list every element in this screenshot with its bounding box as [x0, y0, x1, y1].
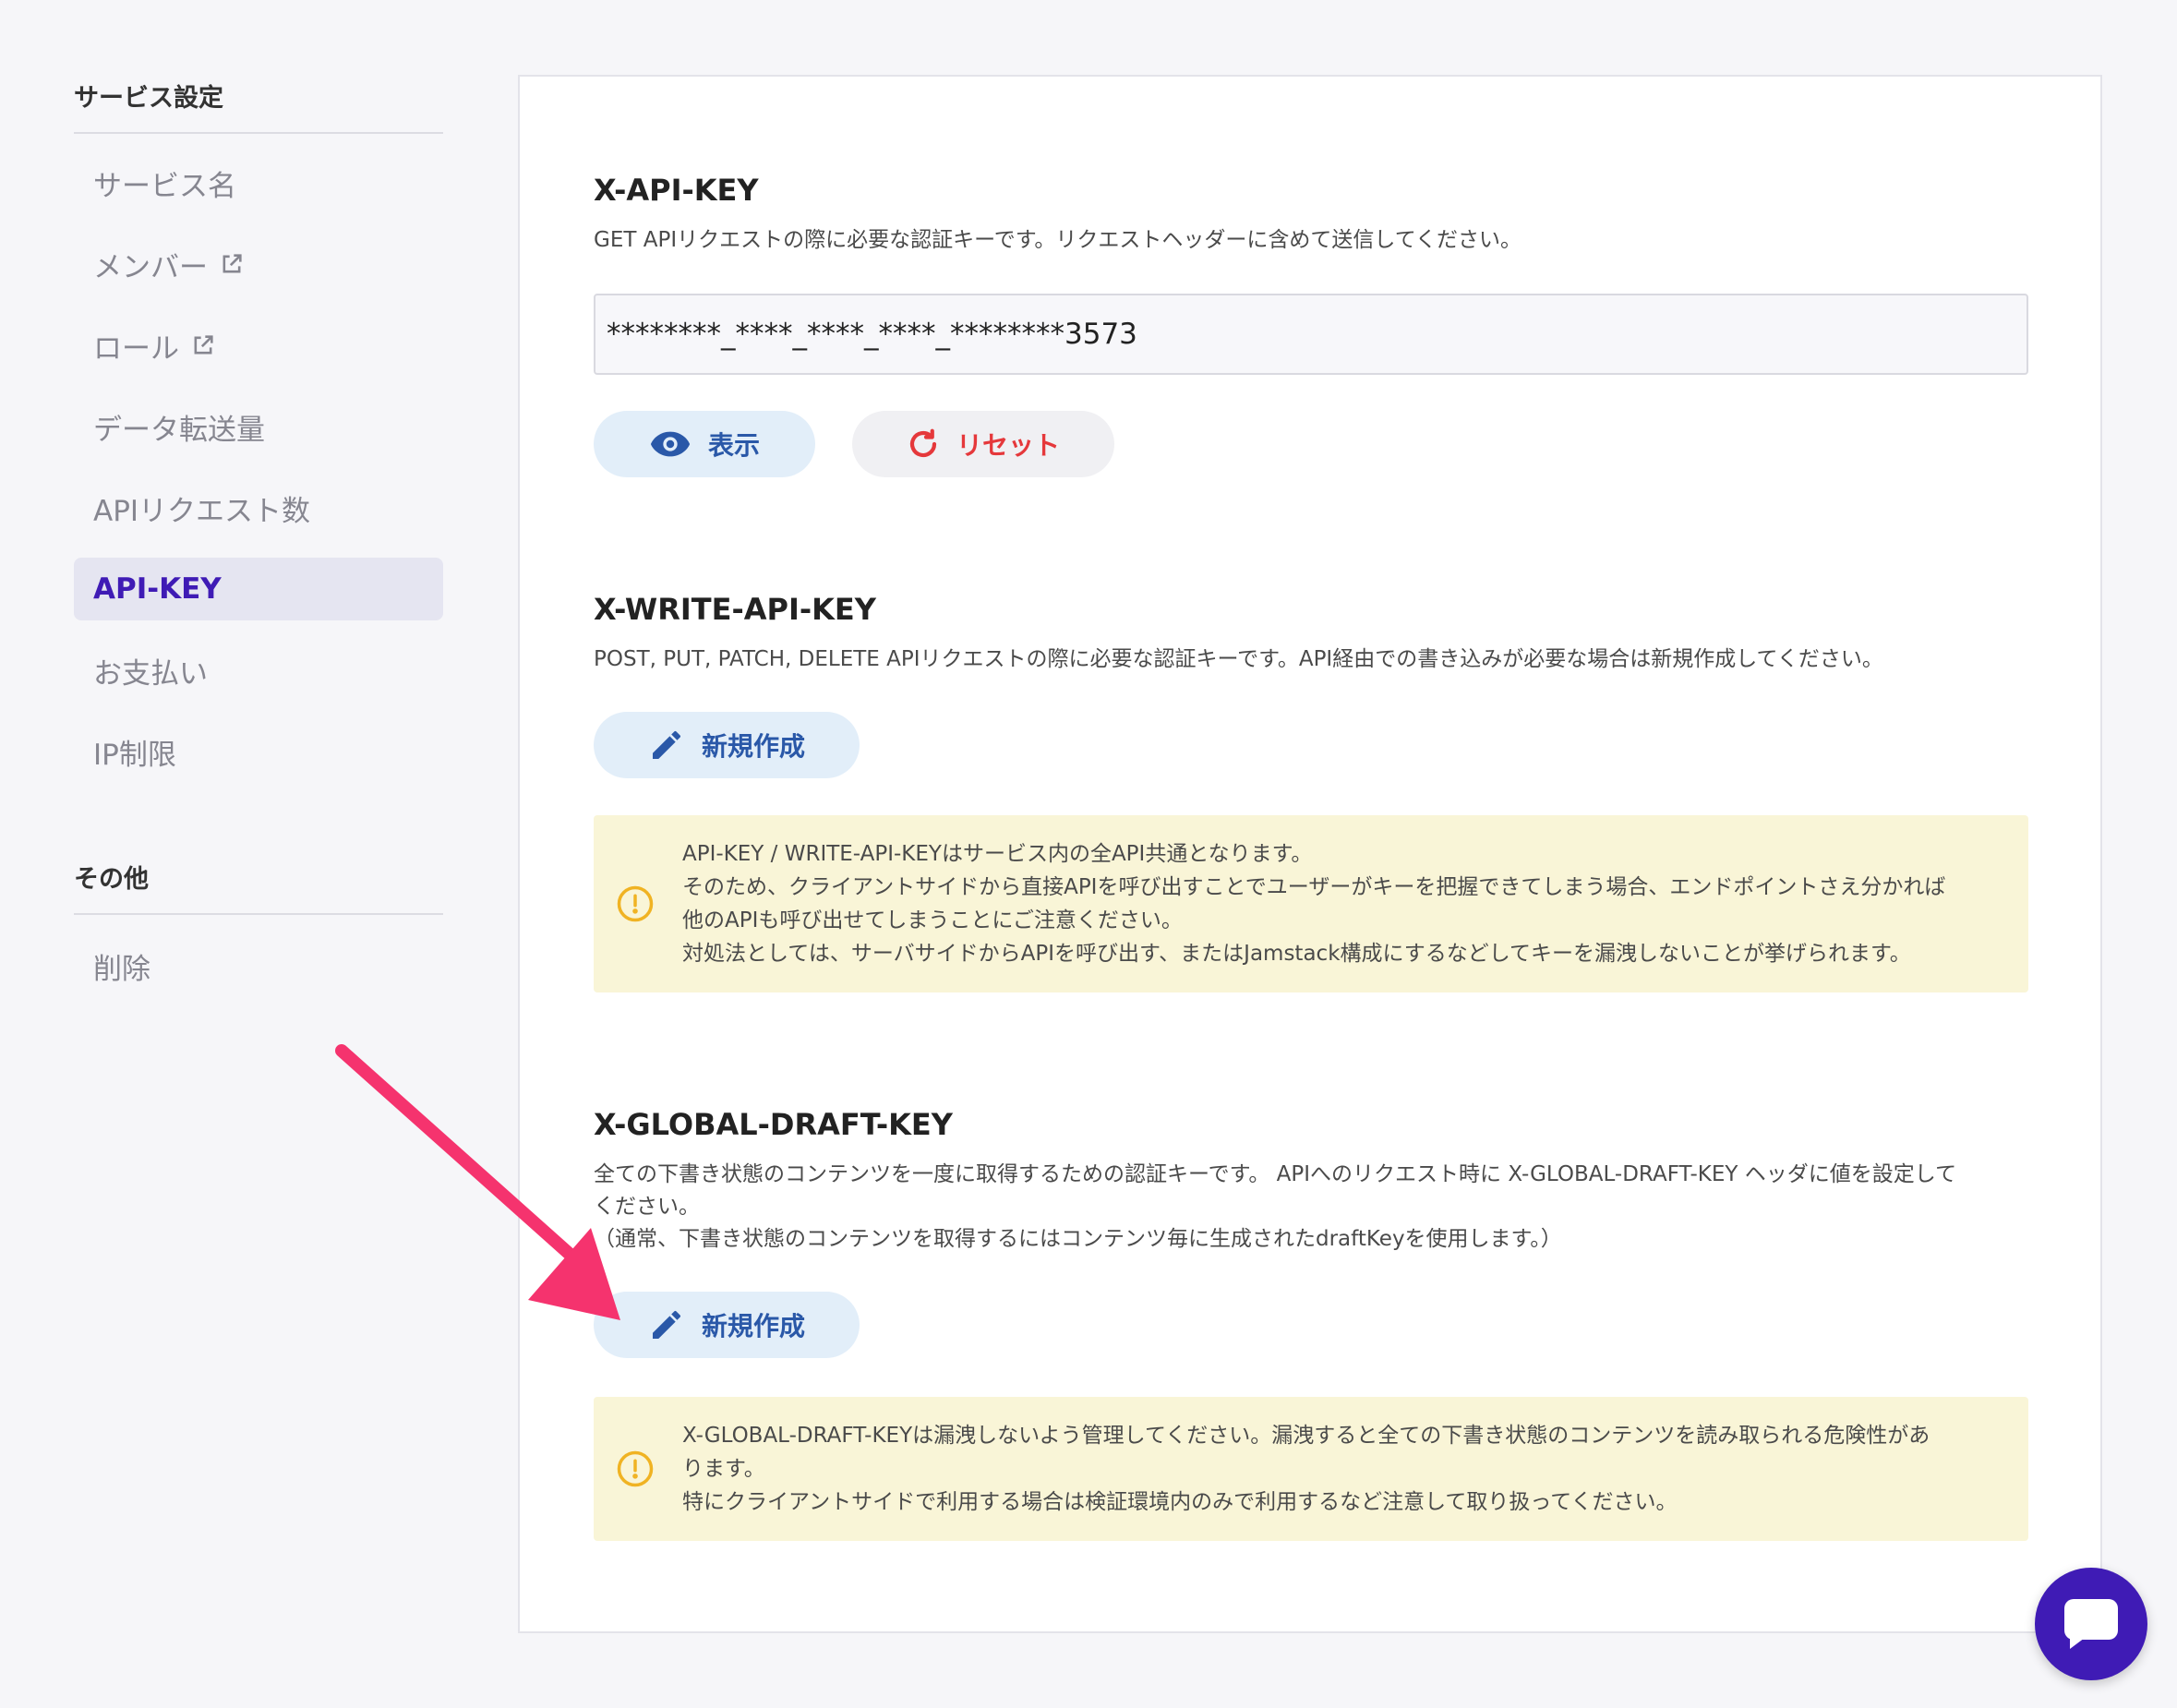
- sidebar-item-label: お支払い: [93, 656, 208, 691]
- draft-key-notice-line: X-GLOBAL-DRAFT-KEYは漏洩しないよう管理してください。漏洩すると…: [682, 1424, 1930, 1448]
- create-write-key-button[interactable]: 新規作成: [594, 712, 860, 778]
- sidebar-section-title-service-settings: サービス設定: [74, 78, 443, 134]
- sidebar-item-ip-restriction[interactable]: IP制限: [74, 720, 443, 783]
- sidebar-item-members[interactable]: メンバー: [74, 233, 443, 295]
- sidebar-item-label: IP制限: [93, 738, 176, 772]
- pencil-icon: [652, 730, 680, 759]
- draft-key-notice-line: ります。: [682, 1457, 765, 1481]
- sidebar-item-delete[interactable]: 削除: [74, 934, 443, 997]
- sidebar-item-api-key[interactable]: API-KEY: [74, 558, 443, 620]
- create-write-key-label: 新規作成: [701, 731, 805, 762]
- refresh-icon: [909, 428, 937, 458]
- draft-key-title: X-GLOBAL-DRAFT-KEY: [594, 1107, 953, 1142]
- reset-key-button[interactable]: リセット: [852, 411, 1114, 477]
- write-key-notice-line: API-KEY / WRITE-API-KEYはサービス内の全API共通となりま…: [682, 842, 1313, 866]
- write-key-notice-line: 対処法としては、サーバサイドからAPIを呼び出す、またはJamstack構成にす…: [682, 942, 1911, 966]
- api-key-value: ********_****_****_****_********3573: [607, 318, 1137, 351]
- sidebar-section-title-other: その他: [74, 859, 443, 915]
- external-link-icon: [223, 254, 242, 273]
- sidebar-item-label: 削除: [93, 952, 150, 986]
- sidebar-item-label: サービス名: [93, 169, 236, 203]
- create-draft-key-button[interactable]: 新規作成: [594, 1292, 860, 1358]
- write-key-description: POST, PUT, PATCH, DELETE APIリクエストの際に必要な認…: [594, 647, 1883, 671]
- api-key-title: X-API-KEY: [594, 173, 759, 208]
- write-key-notice: API-KEY / WRITE-API-KEYはサービス内の全API共通となりま…: [594, 815, 2028, 992]
- sidebar-item-data-transfer[interactable]: データ転送量: [74, 395, 443, 458]
- sidebar-item-service-name[interactable]: サービス名: [74, 151, 443, 214]
- show-key-label: 表示: [707, 430, 760, 461]
- api-key-description: GET APIリクエストの際に必要な認証キーです。リクエストヘッダーに含めて送信…: [594, 228, 1522, 252]
- draft-key-description-line: 全ての下書き状態のコンテンツを一度に取得するための認証キーです。 APIへのリク…: [594, 1162, 1957, 1186]
- sidebar-item-label: APIリクエスト数: [93, 494, 311, 528]
- draft-key-notice: X-GLOBAL-DRAFT-KEYは漏洩しないよう管理してください。漏洩すると…: [594, 1397, 2028, 1541]
- create-draft-key-label: 新規作成: [701, 1311, 805, 1341]
- pencil-icon: [652, 1310, 680, 1339]
- draft-key-description: 全ての下書き状態のコンテンツを一度に取得するための認証キーです。 APIへのリク…: [594, 1159, 2034, 1256]
- eye-icon: [650, 431, 691, 457]
- api-key-panel: X-API-KEY GET APIリクエストの際に必要な認証キーです。リクエスト…: [518, 75, 2102, 1633]
- draft-key-notice-line: 特にクライアントサイドで利用する場合は検証環境内のみで利用するなど注意して取り扱…: [682, 1490, 1678, 1514]
- draft-key-description-line: ください。: [594, 1195, 700, 1219]
- sidebar-item-label: ロール: [93, 331, 179, 366]
- draft-key-description-line: （通常、下書き状態のコンテンツを取得するにはコンテンツ毎に生成されたdraftK…: [594, 1227, 1562, 1251]
- write-key-notice-line: そのため、クライアントサイドから直接APIを呼び出すことでユーザーがキーを把握で…: [682, 875, 1946, 899]
- sidebar-item-roles[interactable]: ロール: [74, 314, 443, 377]
- write-key-notice-line: 他のAPIも呼び出せてしまうことにご注意ください。: [682, 908, 1183, 932]
- sidebar-item-label: データ転送量: [93, 413, 265, 447]
- reset-key-label: リセット: [956, 430, 1060, 461]
- api-key-value-field[interactable]: ********_****_****_****_********3573: [594, 294, 2028, 375]
- external-link-icon: [194, 335, 213, 355]
- show-key-button[interactable]: 表示: [594, 411, 815, 477]
- sidebar-item-payment[interactable]: お支払い: [74, 639, 443, 702]
- chat-button[interactable]: [2035, 1568, 2147, 1680]
- write-key-title: X-WRITE-API-KEY: [594, 592, 876, 627]
- sidebar-item-api-requests[interactable]: APIリクエスト数: [74, 476, 443, 539]
- exclamation-circle-icon: [617, 885, 654, 922]
- exclamation-circle-icon: [617, 1450, 654, 1487]
- sidebar-item-label: メンバー: [93, 250, 208, 284]
- chat-bubble-icon: [2064, 1599, 2118, 1649]
- sidebar-item-label: API-KEY: [93, 572, 222, 606]
